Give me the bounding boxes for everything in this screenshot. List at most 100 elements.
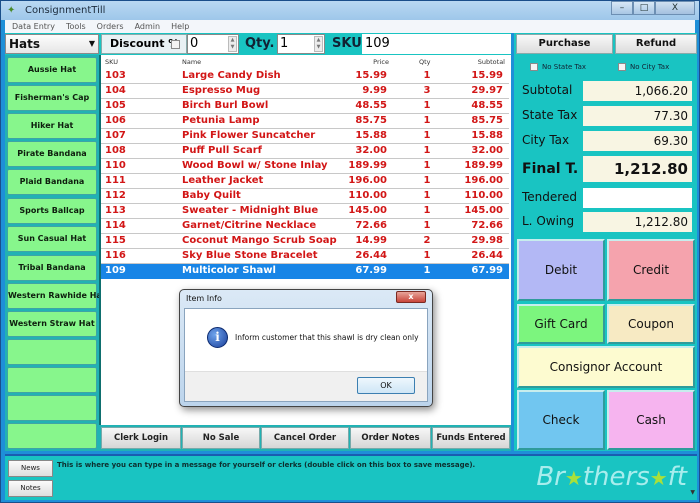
no-state-tax-checkbox[interactable] [530,63,538,71]
table-row[interactable]: 110 Wood Bowl w/ Stone Inlay 189.99 1 189.99 [101,159,509,174]
table-row[interactable]: 115 Coconut Mango Scrub Soap 14.99 2 29.98 [101,234,509,249]
cell-price: 189.99 [348,160,387,171]
brothersoft-watermark: Br★thers★ft [536,462,687,492]
dialog-close-button[interactable]: x [396,291,426,303]
cell-price: 196.00 [348,175,387,186]
discount-spinner-icon[interactable]: ▲ ▼ [228,36,237,52]
cell-sku: 108 [105,145,126,156]
item-button-empty[interactable] [7,339,97,365]
cell-name: Wood Bowl w/ Stone Inlay [182,160,328,171]
menu-data-entry[interactable]: Data Entry [12,22,55,31]
cell-price: 145.00 [348,205,387,216]
table-row[interactable]: 113 Sweater - Midnight Blue 145.00 1 145.00 [101,204,509,219]
purchase-button[interactable]: Purchase [516,34,613,54]
column-header-subtotal[interactable]: Subtotal [478,58,505,66]
message-box[interactable]: This is where you can type in a message … [57,461,475,469]
clerk-login-button[interactable]: Clerk Login [101,427,181,449]
cell-name: Baby Quilt [182,190,241,201]
sku-input[interactable]: 109 [362,34,511,54]
table-row[interactable]: 105 Birch Burl Bowl 48.55 1 48.55 [101,99,509,114]
city-tax-label: City Tax [522,133,570,147]
item-button-western-straw-hat[interactable]: Western Straw Hat [7,311,97,337]
qty-input[interactable]: 1 ▲ ▼ [277,34,325,54]
column-header-sku[interactable]: SKU [105,58,118,66]
item-button-pirate-bandana[interactable]: Pirate Bandana [7,141,97,167]
table-row[interactable]: 111 Leather Jacket 196.00 1 196.00 [101,174,509,189]
final-total-value: 1,212.80 [583,156,692,182]
notes-button[interactable]: Notes [8,480,53,497]
funds-entered-button[interactable]: Funds Entered [432,427,510,449]
coupon-button[interactable]: Coupon [607,304,695,344]
cell-subtotal: 72.66 [471,220,503,231]
table-row-selected[interactable]: 109 Multicolor Shawl 67.99 1 67.99 [101,264,509,279]
menu-help[interactable]: Help [171,22,189,31]
minimize-button[interactable]: – [611,1,633,15]
cell-price: 32.00 [355,145,387,156]
table-row[interactable]: 104 Espresso Mug 9.99 3 29.97 [101,84,509,99]
cell-qty: 1 [423,205,431,216]
cell-name: Sky Blue Stone Bracelet [182,250,318,261]
check-button[interactable]: Check [517,390,605,450]
cell-sku: 105 [105,100,126,111]
cell-sku: 107 [105,130,126,141]
refund-button[interactable]: Refund [615,34,697,54]
debit-button[interactable]: Debit [517,239,605,301]
item-button-hiker-hat[interactable]: Hiker Hat [7,113,97,139]
table-row[interactable]: 103 Large Candy Dish 15.99 1 15.99 [101,69,509,84]
discount-checkbox[interactable] [171,40,180,49]
item-button-empty[interactable] [7,367,97,393]
discount-input[interactable]: 0 ▲ ▼ [187,34,239,54]
menu-admin[interactable]: Admin [135,22,161,31]
cell-price: 15.88 [355,130,387,141]
cell-price: 110.00 [348,190,387,201]
cell-subtotal: 67.99 [471,265,503,276]
item-button-plaid-bandana[interactable]: Plaid Bandana [7,169,97,195]
item-button-fishermans-cap[interactable]: Fisherman's Cap [7,85,97,111]
menu-tools[interactable]: Tools [66,22,86,31]
item-button-sports-ballcap[interactable]: Sports Ballcap [7,198,97,224]
close-button[interactable]: X [655,1,695,15]
cash-button[interactable]: Cash [607,390,695,450]
cell-sku: 113 [105,205,126,216]
order-notes-button[interactable]: Order Notes [350,427,431,449]
cell-subtotal: 145.00 [464,205,503,216]
news-panel: News Notes This is where you can type in… [5,454,697,500]
column-header-qty[interactable]: Qty [419,58,431,66]
cancel-order-button[interactable]: Cancel Order [261,427,349,449]
no-city-tax-checkbox[interactable] [618,63,626,71]
table-row[interactable]: 107 Pink Flower Suncatcher 15.88 1 15.88 [101,129,509,144]
dialog-body: i Inform customer that this shawl is dry… [184,308,428,402]
cell-price: 72.66 [355,220,387,231]
cell-name: Puff Pull Scarf [182,145,262,156]
item-button-aussie-hat[interactable]: Aussie Hat [7,57,97,83]
credit-button[interactable]: Credit [607,239,695,301]
ok-button[interactable]: OK [357,377,415,394]
table-row[interactable]: 106 Petunia Lamp 85.75 1 85.75 [101,114,509,129]
item-button-empty[interactable] [7,423,97,449]
news-button[interactable]: News [8,460,53,477]
item-button-empty[interactable] [7,395,97,421]
cell-name: Multicolor Shawl [182,265,276,276]
menu-orders[interactable]: Orders [97,22,124,31]
table-row[interactable]: 108 Puff Pull Scarf 32.00 1 32.00 [101,144,509,159]
item-button-sun-casual-hat[interactable]: Sun Casual Hat [7,226,97,252]
gift-card-button[interactable]: Gift Card [517,304,605,344]
table-row[interactable]: 112 Baby Quilt 110.00 1 110.00 [101,189,509,204]
qty-spinner-icon[interactable]: ▲ ▼ [314,36,323,52]
tendered-input[interactable] [583,188,692,208]
category-select[interactable]: Hats ▼ [5,34,99,54]
no-sale-button[interactable]: No Sale [182,427,260,449]
column-header-name[interactable]: Name [182,58,201,66]
no-city-tax-option[interactable]: No City Tax [618,63,669,71]
item-button-tribal-bandana[interactable]: Tribal Bandana [7,255,97,281]
maximize-button[interactable]: □ [633,1,655,15]
cell-sku: 112 [105,190,126,201]
scroll-down-icon[interactable]: ▼ [690,489,695,496]
item-button-western-rawhide-hat[interactable]: Western Rawhide Hat [7,283,106,309]
consignor-account-button[interactable]: Consignor Account [517,346,695,388]
table-row[interactable]: 116 Sky Blue Stone Bracelet 26.44 1 26.44 [101,249,509,264]
state-tax-value: 77.30 [583,106,692,126]
table-row[interactable]: 114 Garnet/Citrine Necklace 72.66 1 72.66 [101,219,509,234]
column-header-price[interactable]: Price [373,58,389,66]
no-state-tax-option[interactable]: No State Tax [530,63,586,71]
